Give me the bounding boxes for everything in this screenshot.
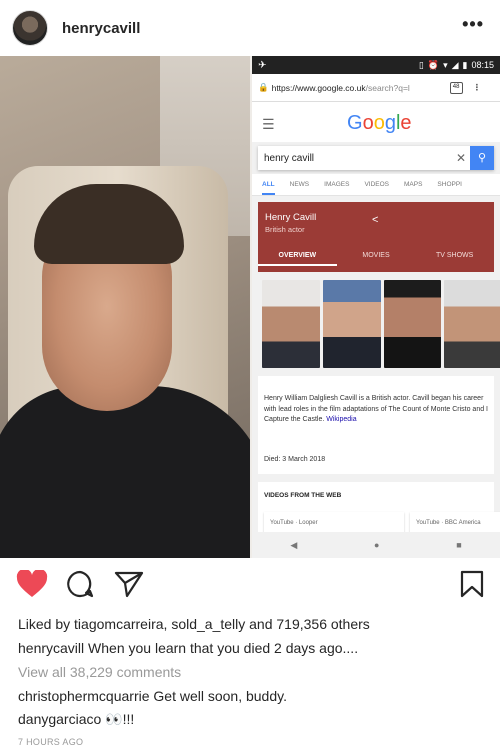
portrait-image [383, 280, 442, 368]
back-icon: ◀ [290, 539, 298, 550]
lock-icon: 🔒 [258, 82, 269, 92]
likes-prefix: Liked by [18, 616, 75, 632]
comment-username[interactable]: christophermcquarrie [18, 688, 150, 704]
video-card: YouTube · Looper [264, 512, 404, 534]
android-nav-bar: ◀ ● ■ [252, 532, 500, 558]
post-header: henrycavill ••• [0, 0, 500, 56]
liker-username[interactable]: tiagomcarreira [74, 616, 163, 632]
videos-section: VIDEOS FROM THE WEB YouTube · Looper You… [258, 482, 500, 534]
died-label: Died: [264, 456, 281, 463]
signal-icon: ◢ [451, 59, 459, 70]
selfie-photo [0, 56, 250, 558]
status-bar: ✈ ▯ ⏰ ▾ ◢ ▮ 08:15 [252, 56, 500, 74]
hamburger-icon: ☰ [262, 116, 275, 132]
died-value: 3 March 2018 [282, 456, 326, 463]
header-username[interactable]: henrycavill [62, 20, 140, 37]
heart-icon[interactable] [16, 570, 48, 598]
shirt [0, 386, 250, 558]
google-logo: Google [347, 112, 412, 134]
url-path: /search?q=l [365, 82, 410, 93]
home-icon: ● [374, 540, 380, 550]
view-all-comments-link[interactable]: View all 38,229 comments [18, 664, 181, 680]
comment-text: Get well soon, buddy. [149, 688, 287, 704]
tab-shopping: SHOPPI [437, 181, 462, 188]
comment-username[interactable]: danygarciaco [18, 711, 101, 727]
caption: henrycavill When you learn that you died… [18, 640, 358, 656]
kp-tab-movies: MOVIES [362, 252, 390, 259]
comment: danygarciaco 👀!!! [18, 711, 134, 728]
url-host: https://www.google.co.uk [271, 82, 366, 93]
avatar[interactable] [12, 10, 48, 46]
bio-text: Henry William Dalgliesh Cavill is a Brit… [264, 394, 490, 426]
wikipedia-link: Wikipedia [326, 416, 357, 423]
browser-menu-icon: ⋮ [472, 82, 482, 92]
kp-tab-tv-shows: TV SHOWS [436, 252, 474, 259]
video-card: YouTube · BBC America [410, 512, 500, 534]
phone-screenshot: ✈ ▯ ⏰ ▾ ◢ ▮ 08:15 🔒 https://www.google.c… [252, 56, 500, 558]
google-tabs: ALL NEWS IMAGES VIDEOS MAPS SHOPPI [252, 174, 500, 196]
caption-username[interactable]: henrycavill [18, 640, 84, 656]
share-icon: < [372, 214, 379, 226]
alarm-icon: ⏰ [427, 59, 440, 70]
kp-description: British actor [265, 225, 305, 234]
google-header: ☰ Google [252, 102, 500, 142]
vibrate-icon: ▯ [418, 59, 424, 70]
tab-videos: VIDEOS [364, 181, 389, 188]
comment: christophermcquarrie Get well soon, budd… [18, 688, 287, 704]
search-icon: ⚲ [470, 146, 494, 170]
caption-text: When you learn that you died 2 days ago.… [84, 640, 359, 656]
portrait-image [444, 280, 500, 368]
post-actions [0, 566, 500, 606]
tab-images: IMAGES [324, 181, 350, 188]
browser-url-bar: 🔒 https://www.google.co.uk/search?q=l 48… [252, 74, 500, 102]
google-search-box: henry cavill ✕ ⚲ [258, 146, 494, 170]
knowledge-panel: Henry Cavill British actor < OVERVIEW MO… [258, 202, 494, 272]
portrait-image [322, 280, 381, 368]
kp-tab-overview: OVERVIEW [258, 246, 337, 266]
recents-icon: ■ [456, 540, 462, 550]
post-image[interactable]: ✈ ▯ ⏰ ▾ ◢ ▮ 08:15 🔒 https://www.google.c… [0, 56, 500, 558]
likes-count[interactable]: and 719,356 others [245, 616, 370, 632]
bio-sentence: Henry William Dalgliesh Cavill is a Brit… [264, 395, 488, 423]
bio-card: Henry William Dalgliesh Cavill is a Brit… [258, 376, 494, 474]
tab-count-icon: 48 [449, 81, 463, 94]
post-timestamp: 7 HOURS AGO [18, 737, 84, 747]
url-text: https://www.google.co.uk/search?q=l [272, 83, 442, 93]
more-options-icon[interactable]: ••• [462, 14, 484, 35]
kp-tabs: OVERVIEW MOVIES TV SHOWS [258, 246, 494, 266]
portrait-image [262, 280, 320, 368]
wifi-icon: ▾ [443, 59, 448, 70]
comment-text: 👀!!! [101, 711, 135, 727]
died-row: Died: 3 March 2018 [264, 456, 325, 463]
tab-all: ALL [262, 181, 275, 195]
battery-icon: ▮ [462, 59, 468, 70]
likes-line: Liked by tiagomcarreira, sold_a_telly an… [18, 616, 370, 632]
liker-username[interactable]: sold_a_telly [171, 616, 245, 632]
comment-icon[interactable] [66, 570, 94, 598]
videos-header: VIDEOS FROM THE WEB [264, 492, 342, 499]
share-icon[interactable] [114, 570, 144, 598]
search-query: henry cavill [264, 152, 315, 164]
status-time: 08:15 [471, 60, 494, 70]
image-strip [262, 280, 500, 370]
clear-icon: ✕ [455, 151, 467, 165]
kp-name: Henry Cavill [265, 212, 317, 223]
airplane-mode-icon: ✈ [258, 59, 267, 71]
tab-maps: MAPS [404, 181, 423, 188]
tab-news: NEWS [289, 181, 310, 188]
bookmark-icon[interactable] [460, 570, 484, 598]
